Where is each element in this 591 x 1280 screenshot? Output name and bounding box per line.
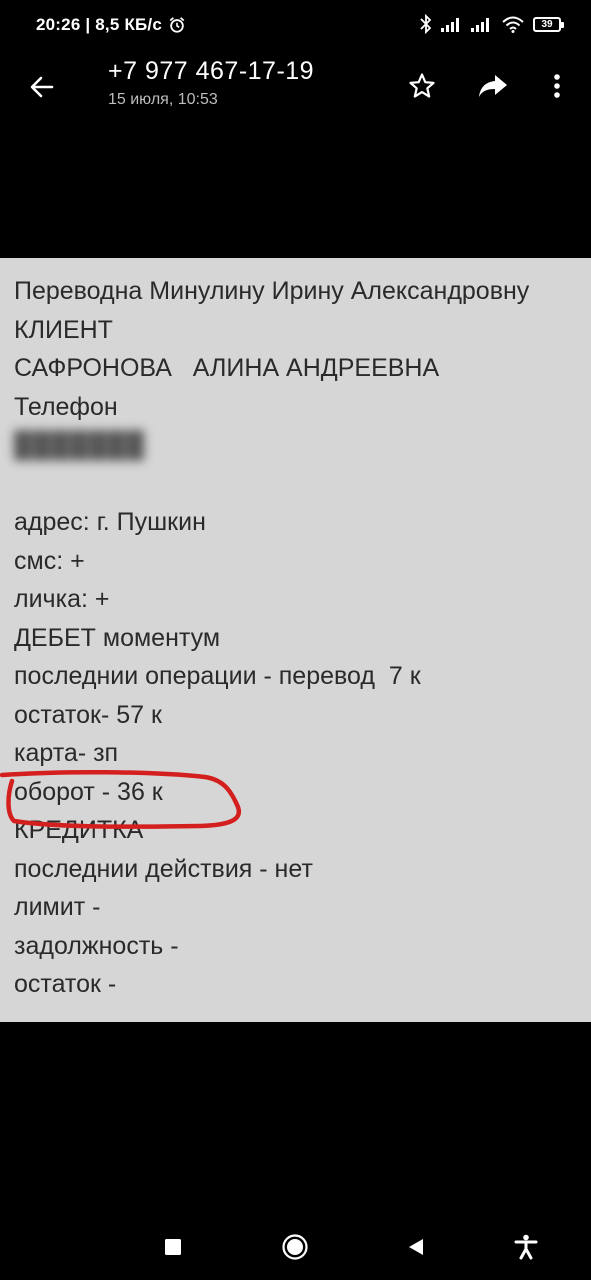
sender-number: +7 977 467-17-19 [108,57,315,85]
accessibility-icon [514,1234,538,1260]
signal-icon [471,18,489,32]
status-left: 20:26 | 8,5 КБ/с [36,15,186,35]
title-block: +7 977 467-17-19 15 июля, 10:53 [108,56,314,110]
status-right: 39 [419,14,564,34]
image-line-phone-blurred: ███████ [14,426,529,465]
image-line-debt: задолжность - [14,931,179,960]
image-line-address: адрес: г. Пушкин [14,508,206,536]
alarm-icon [169,17,185,33]
back-arrow-icon [30,76,54,98]
back-button[interactable] [22,67,62,107]
image-line-limit: лимит - [14,893,101,921]
image-line-personal: личка: + [14,585,110,613]
star-button[interactable] [402,66,442,106]
blurred-phone-value: ███████ [14,431,145,459]
image-text-block: Переводна Минулину Ирину Александровну К… [14,272,529,1004]
image-line-debit: ДЕБЕТ моментум [14,623,221,652]
image-line-card: карта- зп [14,739,119,767]
image-line-transfer: Переводна Минулину Ирину Александровну [14,277,530,305]
nav-back-button[interactable] [399,1230,433,1264]
image-line-last-actions: последнии действия - нет [14,854,313,883]
image-line-blank [14,465,529,504]
image-line-client-name: САФРОНОВА АЛИНА АНДРЕЕВНА [14,354,440,382]
bluetooth-icon [420,14,432,34]
app-bar: +7 977 467-17-19 15 июля, 10:53 [0,52,591,122]
image-line-balance: остаток- 57 к [14,700,162,729]
message-datetime: 15 июля, 10:53 [108,91,218,108]
recent-apps-icon [165,1239,181,1255]
status-time-speed: 20:26 | 8,5 КБ/с [36,15,163,34]
image-line-sms: смс: + [14,546,85,575]
home-icon [282,1234,308,1260]
image-line-credit-card: КРЕДИТКА [14,816,144,844]
signal-icon [441,18,459,32]
image-line-last-ops: последнии операции - перевод 7 к [14,662,421,690]
battery-level: 39 [541,18,553,30]
image-line-turnover: оборот - 36 к [14,777,163,806]
battery-icon: 39 [533,16,564,32]
home-button[interactable] [278,1230,312,1264]
more-vert-icon [554,74,560,98]
navigation-bar [0,1212,591,1280]
status-bar: 20:26 | 8,5 КБ/с 39 [0,0,591,52]
message-image[interactable]: Переводна Минулину Ирину Александровну К… [0,258,591,1022]
image-line-phone-label: Телефон [14,392,118,421]
share-icon [479,75,507,97]
image-line-remaining: остаток - [14,970,117,998]
share-button[interactable] [473,66,513,106]
accessibility-button[interactable] [509,1230,543,1264]
wifi-icon [502,16,524,33]
back-triangle-icon [409,1239,423,1255]
recent-apps-button[interactable] [156,1230,190,1264]
more-options-button[interactable] [537,66,577,106]
star-icon [409,73,435,98]
image-line-client-label: КЛИЕНТ [14,315,113,344]
